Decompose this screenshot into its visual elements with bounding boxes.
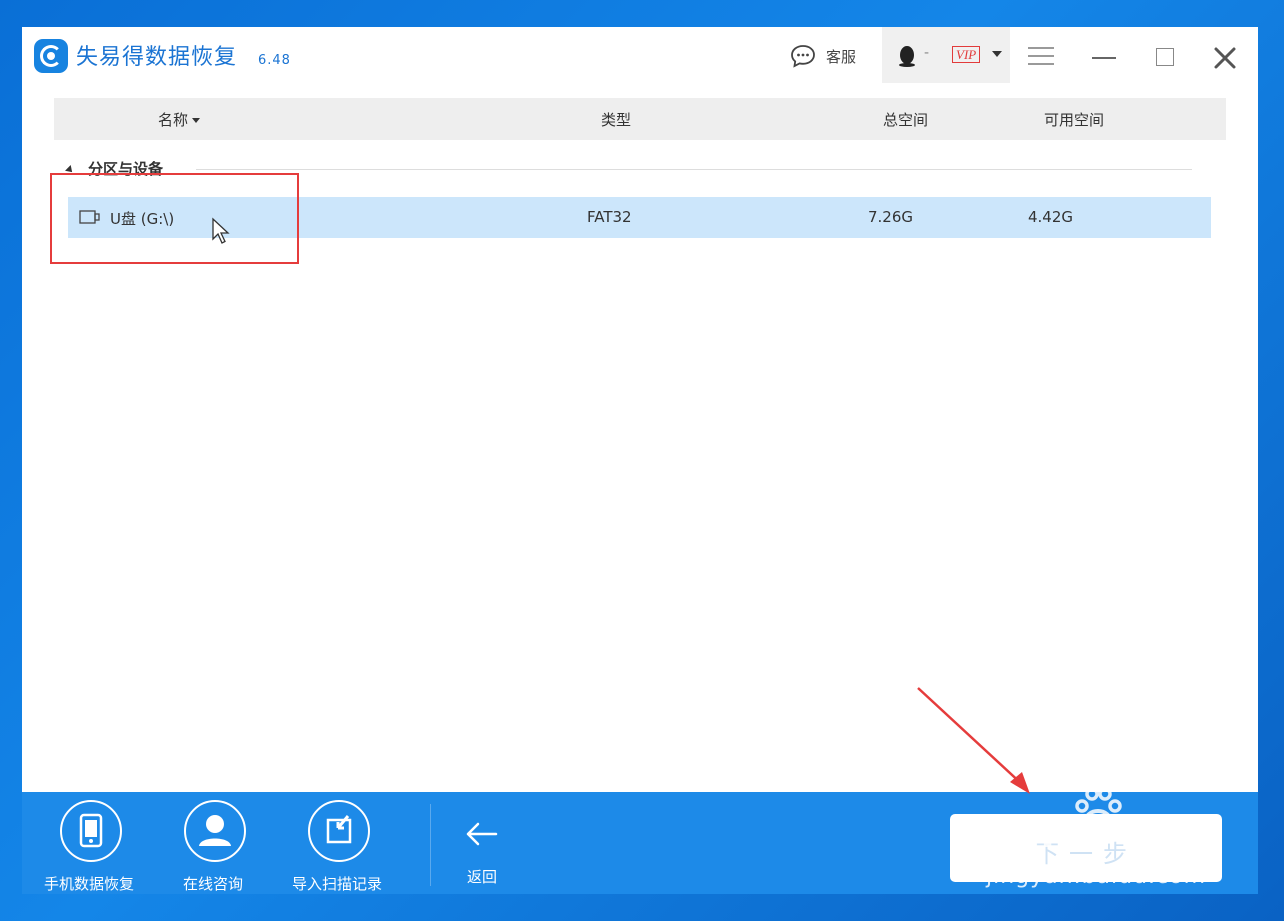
account-status: -	[924, 45, 930, 61]
column-header-total[interactable]: 总空间	[883, 109, 928, 130]
column-header-type[interactable]: 类型	[601, 109, 631, 130]
watermark-brand: Bai	[980, 808, 1055, 857]
column-header-name[interactable]: 名称	[158, 109, 201, 130]
chat-bubble-icon	[791, 45, 815, 68]
group-divider	[196, 169, 1192, 170]
baidu-watermark: Bai 经验 jingyan.baidu.com	[980, 778, 1230, 898]
drive-free-space: 4.42G	[1028, 208, 1074, 226]
watermark-url: jingyan.baidu.com	[986, 864, 1207, 889]
maximize-button[interactable]	[1152, 45, 1180, 69]
back-arrow-icon	[466, 822, 498, 846]
table-header: 名称 类型 总空间 可用空间	[54, 98, 1226, 140]
app-version: 6.48	[258, 53, 291, 68]
phone-recovery-button[interactable]: 手机数据恢复	[34, 800, 144, 894]
phone-icon	[79, 813, 103, 848]
app-logo-icon	[34, 39, 68, 73]
online-consult-button[interactable]: 在线咨询	[158, 800, 268, 894]
mouse-cursor-icon	[212, 217, 230, 244]
chevron-down-icon[interactable]	[992, 51, 1002, 57]
minimize-button[interactable]	[1090, 45, 1118, 69]
customer-service-button[interactable]: 客服	[790, 43, 856, 69]
sort-caret-icon	[192, 118, 201, 123]
import-icon	[326, 815, 352, 844]
qq-penguin-icon	[899, 46, 915, 67]
hamburger-icon	[1028, 47, 1054, 49]
menu-button[interactable]	[1028, 47, 1054, 65]
back-button[interactable]: 返回	[452, 814, 512, 886]
import-scan-record-button[interactable]: 导入扫描记录	[282, 800, 392, 894]
close-icon	[1214, 47, 1236, 69]
online-consult-label: 在线咨询	[182, 875, 243, 893]
annotation-highlight-box	[50, 173, 299, 264]
user-avatar-icon	[199, 815, 231, 846]
toolbar-divider	[430, 804, 431, 886]
vip-badge[interactable]: VIP	[952, 46, 981, 63]
customer-service-label: 客服	[826, 47, 857, 66]
column-header-free[interactable]: 可用空间	[1044, 109, 1104, 130]
import-scan-record-label: 导入扫描记录	[291, 875, 382, 893]
minimize-icon	[1092, 57, 1116, 59]
close-button[interactable]	[1210, 43, 1240, 73]
app-title: 失易得数据恢复	[76, 45, 238, 70]
drive-total-space: 7.26G	[868, 208, 914, 226]
paw-icon	[1075, 787, 1122, 835]
title-bar: 失易得数据恢复 6.48 客服 - VIP	[22, 27, 1258, 85]
phone-recovery-label: 手机数据恢复	[43, 875, 134, 893]
watermark-jingyan: 经验	[1132, 821, 1205, 862]
maximize-icon	[1156, 48, 1174, 66]
back-label: 返回	[466, 868, 497, 886]
app-window: 失易得数据恢复 6.48 客服 - VIP 名称 类型 总空间 可用空间 分区与…	[22, 27, 1258, 894]
account-area[interactable]: - VIP	[882, 27, 1010, 83]
drive-type: FAT32	[587, 208, 632, 226]
